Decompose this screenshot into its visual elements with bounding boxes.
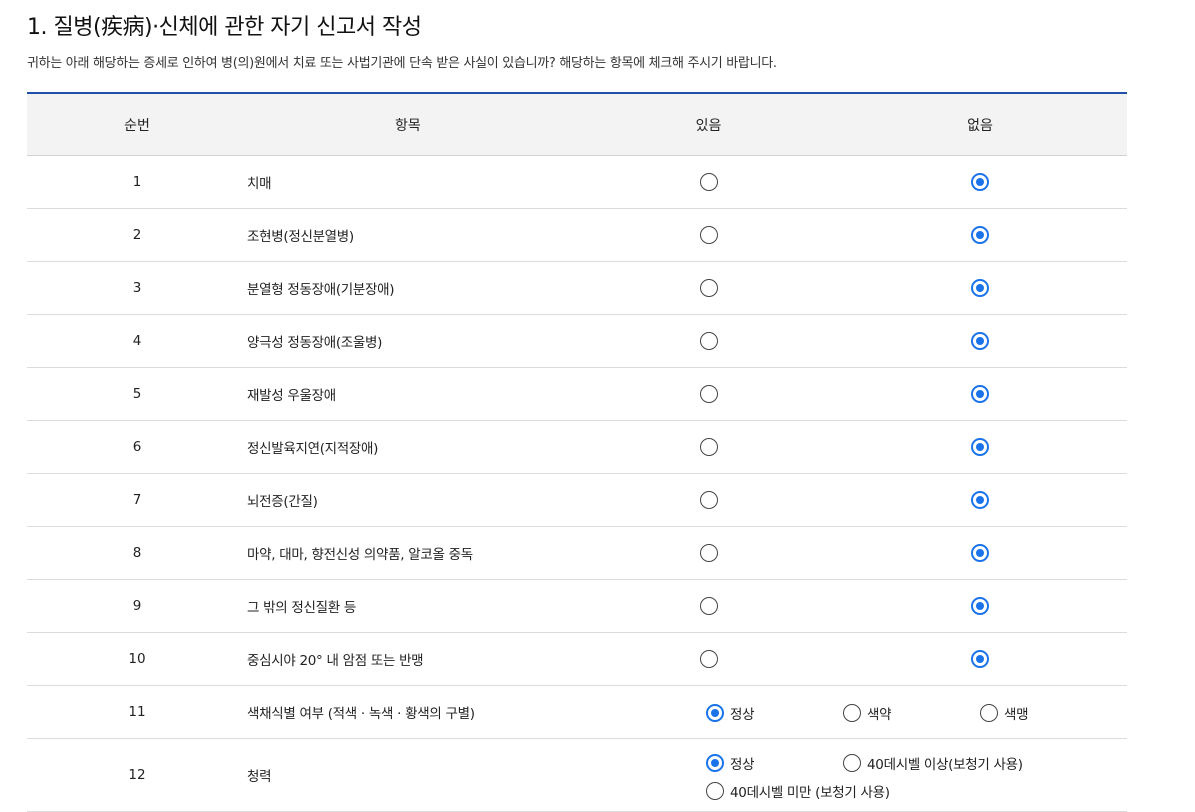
row-label: 치매	[247, 155, 584, 209]
header-no: 순번	[27, 93, 247, 156]
row-label: 색채식별 여부 (적색 · 녹색 · 황색의 구별)	[247, 685, 584, 739]
table-row: 3 분열형 정동장애(기분장애)	[27, 261, 1127, 315]
row-label: 조현병(정신분열병)	[247, 208, 584, 262]
row-number: 12	[27, 738, 247, 812]
table-row: 10 중심시야 20° 내 암점 또는 반맹	[27, 632, 1127, 686]
option-label: 정상	[730, 757, 755, 773]
radio-yes-2[interactable]	[699, 226, 718, 244]
option-blind[interactable]: 색맹	[980, 703, 1029, 723]
row-label: 분열형 정동장애(기분장애)	[247, 261, 584, 315]
row-label: 그 밖의 정신질환 등	[247, 579, 584, 633]
option-weak[interactable]: 색약	[843, 703, 892, 723]
radio-yes-4[interactable]	[699, 332, 718, 350]
self-report-table: 순번 항목 있음 없음 1 치매 2 조현병(정신분열병) 3 분열형 정동장애	[27, 92, 1127, 812]
table-row: 6 정신발육지연(지적장애)	[27, 420, 1127, 474]
row-label: 청력	[247, 738, 584, 812]
row-number: 11	[27, 685, 247, 739]
row-label: 정신발육지연(지적장애)	[247, 420, 584, 474]
row-label: 중심시야 20° 내 암점 또는 반맹	[247, 632, 584, 686]
table-row: 5 재발성 우울장애	[27, 367, 1127, 421]
table-row: 2 조현병(정신분열병)	[27, 208, 1127, 262]
row-number: 1	[27, 155, 247, 209]
radio-yes-1[interactable]	[699, 173, 718, 191]
option-hearing-over40[interactable]: 40데시벨 이상(보청기 사용)	[843, 753, 1023, 773]
radio-yes-7[interactable]	[699, 491, 718, 509]
radio-no-10[interactable]	[971, 650, 989, 668]
radio-no-8[interactable]	[971, 544, 989, 562]
radio-no-2[interactable]	[971, 226, 989, 244]
radio-yes-6[interactable]	[699, 438, 718, 456]
radio-hearing-under40[interactable]	[706, 782, 724, 800]
option-hearing-normal[interactable]: 정상	[706, 753, 755, 773]
radio-no-4[interactable]	[971, 332, 989, 350]
radio-no-7[interactable]	[971, 491, 989, 509]
row-number: 7	[27, 473, 247, 527]
radio-color-weak[interactable]	[843, 704, 861, 722]
table-row: 8 마약, 대마, 향전신성 의약품, 알코올 중독	[27, 526, 1127, 580]
radio-no-9[interactable]	[971, 597, 989, 615]
option-label: 40데시벨 이상(보청기 사용)	[867, 757, 1023, 773]
table-row: 9 그 밖의 정신질환 등	[27, 579, 1127, 633]
row-number: 2	[27, 208, 247, 262]
table-header-row: 순번 항목 있음 없음	[27, 93, 1127, 156]
radio-no-3[interactable]	[971, 279, 989, 297]
radio-yes-9[interactable]	[699, 597, 718, 615]
option-label: 정상	[730, 707, 755, 723]
row-number: 5	[27, 367, 247, 421]
radio-no-1[interactable]	[971, 173, 989, 191]
radio-yes-5[interactable]	[699, 385, 718, 403]
radio-no-5[interactable]	[971, 385, 989, 403]
radio-color-blind[interactable]	[980, 704, 998, 722]
page-description: 귀하는 아래 해당하는 증세로 인하여 병(의)원에서 치료 또는 사법기관에 …	[27, 56, 777, 71]
option-hearing-under40[interactable]: 40데시벨 미만 (보청기 사용)	[706, 781, 890, 801]
table-row-color-vision: 11 색채식별 여부 (적색 · 녹색 · 황색의 구별) 정상 색약 색맹	[27, 685, 1127, 739]
row-number: 9	[27, 579, 247, 633]
table-row-hearing: 12 청력 정상 40데시벨 이상(보청기 사용) 40데시벨 미만 (보청기 …	[27, 738, 1127, 812]
row-label: 마약, 대마, 향전신성 의약품, 알코올 중독	[247, 526, 584, 580]
table-row: 7 뇌전증(간질)	[27, 473, 1127, 527]
row-number: 10	[27, 632, 247, 686]
radio-no-6[interactable]	[971, 438, 989, 456]
radio-hearing-normal[interactable]	[706, 754, 724, 772]
row-label: 뇌전증(간질)	[247, 473, 584, 527]
row-label: 재발성 우울장애	[247, 367, 584, 421]
radio-hearing-over40[interactable]	[843, 754, 861, 772]
page-title: 1. 질병(疾病)·신체에 관한 자기 신고서 작성	[27, 15, 422, 40]
header-yes: 있음	[584, 93, 833, 156]
table-row: 1 치매	[27, 155, 1127, 209]
row-number: 8	[27, 526, 247, 580]
option-label: 40데시벨 미만 (보청기 사용)	[730, 785, 890, 801]
row-number: 3	[27, 261, 247, 315]
option-label: 색맹	[1004, 707, 1029, 723]
option-normal[interactable]: 정상	[706, 703, 755, 723]
row-number: 4	[27, 314, 247, 368]
header-no-col: 없음	[833, 93, 1127, 156]
option-label: 색약	[867, 707, 892, 723]
radio-color-normal[interactable]	[706, 704, 724, 722]
table-row: 4 양극성 정동장애(조울병)	[27, 314, 1127, 368]
header-item: 항목	[247, 93, 584, 156]
radio-yes-10[interactable]	[699, 650, 718, 668]
row-label: 양극성 정동장애(조울병)	[247, 314, 584, 368]
row-number: 6	[27, 420, 247, 474]
radio-yes-3[interactable]	[699, 279, 718, 297]
radio-yes-8[interactable]	[699, 544, 718, 562]
